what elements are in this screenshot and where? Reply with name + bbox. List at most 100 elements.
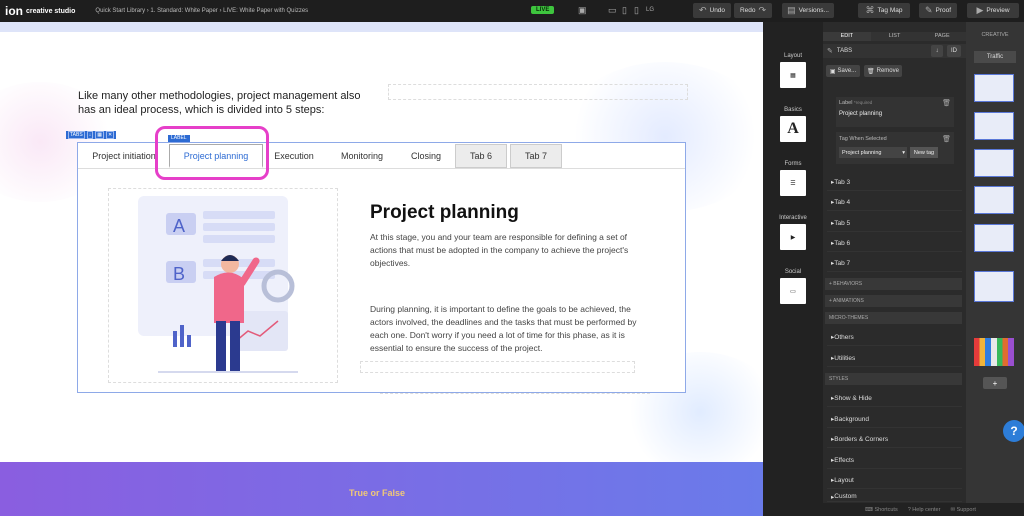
tab-item-label: Tab 7 bbox=[834, 259, 851, 267]
tab-closing[interactable]: Closing bbox=[401, 144, 451, 168]
trash-icon[interactable]: ✕ bbox=[105, 131, 115, 139]
traffic-button[interactable]: Traffic bbox=[974, 51, 1016, 63]
tab-7[interactable]: Tab 7 bbox=[510, 144, 562, 168]
tab-execution[interactable]: Execution bbox=[268, 144, 320, 168]
grid-icon[interactable]: ▦ bbox=[95, 131, 104, 139]
tab-edit[interactable]: EDIT bbox=[823, 32, 871, 41]
sidenav-layout[interactable]: Layout ▦ bbox=[763, 53, 823, 88]
drop-zone[interactable] bbox=[388, 84, 688, 100]
play-icon: ▶ bbox=[780, 224, 806, 250]
animations-section[interactable]: + ANIMATIONS bbox=[825, 295, 962, 307]
sidenav-basics[interactable]: Basics A bbox=[763, 107, 823, 142]
logo[interactable]: ion creative studio bbox=[5, 4, 75, 18]
drop-zone[interactable] bbox=[360, 361, 635, 373]
component-sidenav: Layout ▦ Basics A Forms ☰ Interactive ▶ … bbox=[763, 22, 823, 516]
undo-button[interactable]: ↶ Undo bbox=[693, 3, 731, 18]
preview-icon: ▶ bbox=[976, 5, 984, 15]
tagmap-button[interactable]: ⌘ Tag Map bbox=[858, 3, 910, 18]
style-item[interactable]: ▸ Borders & Corners bbox=[827, 431, 962, 448]
editor-canvas[interactable]: Like many other methodologies, project m… bbox=[0, 22, 763, 516]
style-item[interactable]: ▸ Custom bbox=[827, 492, 962, 502]
download-icon[interactable]: ↓ bbox=[931, 45, 943, 57]
micro-item[interactable]: ▸ Others bbox=[827, 329, 962, 346]
tablet-icon[interactable]: ▯ bbox=[622, 6, 627, 15]
intro-text[interactable]: Like many other methodologies, project m… bbox=[78, 89, 378, 117]
preview-button[interactable]: ▶ Preview bbox=[967, 3, 1019, 18]
live-badge[interactable]: LIVE bbox=[531, 6, 555, 14]
style-item-label: Show & Hide bbox=[834, 394, 872, 402]
micro-item[interactable]: ▸ Utilities bbox=[827, 350, 962, 367]
layout-icon: ▦ bbox=[780, 62, 806, 88]
versions-button[interactable]: ▤ Versions... bbox=[782, 3, 834, 18]
content-title[interactable]: Project planning bbox=[370, 202, 519, 224]
move-icon[interactable]: ↓ bbox=[86, 131, 94, 139]
tab-item[interactable]: ▸ Tab 4 bbox=[827, 194, 962, 211]
proof-button[interactable]: ✎ Proof bbox=[919, 3, 957, 18]
footer-title[interactable]: True or False bbox=[349, 488, 405, 498]
tab-monitoring[interactable]: Monitoring bbox=[330, 144, 394, 168]
breadcrumb[interactable]: Quick Start Library › 1. Standard: White… bbox=[95, 8, 308, 14]
svg-text:B: B bbox=[173, 264, 185, 284]
support-link[interactable]: ✉ Support bbox=[950, 507, 975, 513]
content-paragraph-2[interactable]: During planning, it is important to defi… bbox=[370, 303, 638, 355]
redo-button[interactable]: Redo ↷ bbox=[734, 3, 772, 18]
page-thumbnail[interactable] bbox=[974, 224, 1014, 252]
panel-header: ✎ TABS bbox=[823, 44, 966, 58]
shortcuts-link[interactable]: ⌨ Shortcuts bbox=[865, 507, 898, 513]
tab-list[interactable]: LIST bbox=[870, 32, 919, 41]
remove-button[interactable]: 🗑 Remove bbox=[864, 65, 902, 77]
creative-title: CREATIVE bbox=[981, 32, 1009, 38]
page-thumbnail[interactable] bbox=[974, 338, 1014, 366]
undo-icon: ↶ bbox=[698, 5, 707, 15]
sidenav-social[interactable]: Social ▭ bbox=[763, 269, 823, 304]
trash-icon[interactable]: 🗑 bbox=[942, 135, 951, 143]
tab-item[interactable]: ▸ Tab 5 bbox=[827, 215, 962, 232]
tag-select[interactable]: Project planning ▾ bbox=[839, 147, 907, 158]
style-item[interactable]: ▸ Effects bbox=[827, 452, 962, 469]
behaviors-section[interactable]: + BEHAVIORS bbox=[825, 278, 962, 290]
sidenav-basics-label: Basics bbox=[784, 107, 802, 113]
content-paragraph-1[interactable]: At this stage, you and your team are res… bbox=[370, 231, 638, 270]
style-item[interactable]: ▸ Show & Hide bbox=[827, 390, 962, 407]
tab-item[interactable]: ▸ Tab 3 bbox=[827, 174, 962, 191]
top-stripe bbox=[0, 22, 763, 32]
tab-item[interactable]: ▸ Tab 7 bbox=[827, 255, 962, 272]
style-item[interactable]: ▸ Background bbox=[827, 411, 962, 428]
style-item[interactable]: ▸ Layout bbox=[827, 472, 962, 489]
label-input[interactable]: Project planning bbox=[839, 111, 882, 117]
page-thumbnail[interactable] bbox=[974, 271, 1014, 302]
tabs-toolbar[interactable]: TABS ↓ ▦ ✕ bbox=[66, 131, 117, 139]
sidenav-interactive-label: Interactive bbox=[779, 215, 807, 221]
properties-panel: EDIT LIST PAGE ✎ TABS ↓ ID ▣ Save... 🗑 Rem… bbox=[823, 22, 967, 516]
breakpoint-label[interactable]: LG bbox=[646, 7, 654, 13]
styles-section[interactable]: STYLES bbox=[825, 373, 962, 385]
trash-icon[interactable]: 🗑 bbox=[942, 99, 951, 107]
tab-page[interactable]: PAGE bbox=[918, 32, 967, 41]
new-tag-button[interactable]: New tag bbox=[910, 147, 938, 158]
id-button[interactable]: ID bbox=[947, 45, 961, 57]
add-page-button[interactable]: + bbox=[983, 377, 1007, 389]
page-thumbnail[interactable] bbox=[974, 186, 1014, 214]
sidenav-forms[interactable]: Forms ☰ bbox=[763, 161, 823, 196]
tab-item[interactable]: ▸ Tab 6 bbox=[827, 235, 962, 252]
save-button[interactable]: ▣ Save... bbox=[826, 65, 860, 77]
page-thumbnail[interactable] bbox=[974, 112, 1014, 140]
monitor-icon[interactable]: ▣ bbox=[578, 6, 587, 15]
page-thumbnail[interactable] bbox=[974, 74, 1014, 102]
panel-tabs: EDIT LIST PAGE bbox=[823, 32, 967, 41]
versions-label: Versions... bbox=[798, 7, 829, 14]
required-note: *required bbox=[854, 100, 873, 105]
logo-subtitle: creative studio bbox=[26, 7, 76, 15]
tab-project-initiation[interactable]: Project initiation bbox=[84, 144, 164, 168]
sidenav-interactive[interactable]: Interactive ▶ bbox=[763, 215, 823, 250]
sidenav-layout-label: Layout bbox=[783, 53, 802, 59]
proof-label: Proof bbox=[935, 7, 952, 14]
phone-icon[interactable]: ▯ bbox=[634, 6, 639, 15]
desktop-icon[interactable]: ▭ bbox=[608, 6, 617, 15]
help-icon[interactable]: ? bbox=[1003, 420, 1024, 442]
microthemes-section[interactable]: MICRO-THEMES bbox=[825, 312, 962, 324]
tab-6[interactable]: Tab 6 bbox=[455, 144, 507, 168]
page-thumbnail[interactable] bbox=[974, 149, 1014, 177]
style-item-label: Layout bbox=[834, 476, 854, 484]
helpcenter-link[interactable]: ? Help center bbox=[908, 507, 941, 513]
